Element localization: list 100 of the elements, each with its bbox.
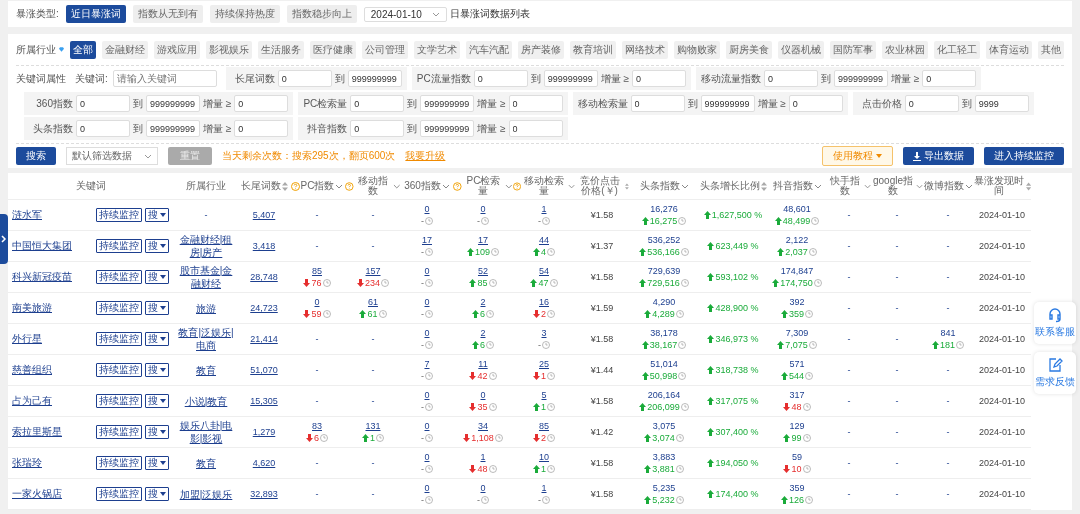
clock-icon[interactable]	[805, 372, 813, 380]
long-tail-count-link[interactable]: 3,418	[252, 241, 276, 251]
keyword-link[interactable]: 科兴新冠疫苗	[12, 271, 93, 283]
chevron-down-icon[interactable]	[863, 183, 871, 189]
min-input[interactable]: 0	[277, 70, 332, 87]
sort-icon[interactable]	[281, 181, 288, 191]
max-input[interactable]: 999999999	[420, 95, 475, 112]
monitor-row-button[interactable]: 持续监控	[96, 363, 142, 377]
monitor-row-button[interactable]: 持续监控	[96, 270, 142, 284]
column-header[interactable]: 头条指数	[639, 180, 680, 192]
clock-icon[interactable]	[680, 403, 689, 411]
index-value-link[interactable]: 11	[478, 359, 488, 369]
index-value-link[interactable]: 16	[539, 297, 549, 307]
clock-icon[interactable]	[425, 217, 433, 225]
surge-type-tab[interactable]: 指数从无到有	[132, 5, 203, 23]
clock-icon[interactable]	[808, 341, 817, 349]
clock-icon[interactable]	[808, 248, 817, 256]
max-input[interactable]: 9999	[974, 95, 1029, 112]
index-value-link[interactable]: 0	[424, 483, 430, 493]
clock-icon[interactable]	[425, 465, 433, 473]
industry-tag[interactable]: 金融财经	[102, 40, 148, 59]
industry-tag[interactable]: 游戏应用	[154, 40, 200, 59]
industry-tag[interactable]: 厨房美食	[726, 40, 772, 59]
chevron-down-icon[interactable]	[505, 183, 513, 189]
chevron-down-icon[interactable]	[680, 183, 689, 189]
index-value-link[interactable]: 2	[480, 297, 486, 307]
industry-link[interactable]: 金融财经|租房|房产	[173, 233, 239, 259]
industry-tag[interactable]: 医疗健康	[310, 40, 356, 59]
industry-tag[interactable]: 文学艺术	[414, 40, 460, 59]
industry-tag[interactable]: 全部	[70, 40, 96, 59]
monitor-row-button[interactable]: 持续监控	[96, 425, 142, 439]
industry-link[interactable]: 教育|泛娱乐|电商	[173, 326, 239, 352]
clock-icon[interactable]	[678, 372, 687, 380]
long-tail-count-link[interactable]: 4,620	[252, 458, 276, 468]
industry-tag[interactable]: 生活服务	[258, 40, 304, 59]
keyword-input[interactable]: 请输入关键词	[112, 70, 217, 87]
monitor-row-button[interactable]: 持续监控	[96, 208, 142, 222]
increment-input[interactable]: 0	[788, 95, 843, 112]
clock-icon[interactable]	[542, 496, 550, 504]
index-value-link[interactable]: 1	[541, 204, 547, 214]
increment-input[interactable]: 0	[631, 70, 686, 87]
monitor-button[interactable]: 进入持续监控	[984, 147, 1064, 165]
column-header[interactable]: 关键词	[75, 180, 106, 192]
monitor-row-button[interactable]: 持续监控	[96, 456, 142, 470]
column-header[interactable]: 微博指数	[923, 180, 964, 192]
clock-icon[interactable]	[425, 310, 433, 318]
industry-link[interactable]: 教育	[194, 456, 218, 470]
side-expand-tab[interactable]	[0, 214, 8, 264]
index-value-link[interactable]: 10	[539, 452, 549, 462]
industry-link[interactable]: 小说|教育	[182, 394, 230, 408]
long-tail-count-link[interactable]: 24,723	[250, 303, 278, 313]
keyword-link[interactable]: 张瑞玲	[12, 457, 93, 469]
max-input[interactable]: 999999999	[700, 95, 755, 112]
keyword-link[interactable]: 一家火锅店	[12, 488, 93, 500]
long-tail-count-link[interactable]: 5,407	[252, 210, 276, 220]
clock-icon[interactable]	[956, 341, 964, 349]
search-engine-dropdown[interactable]: 搜	[145, 394, 169, 408]
monitor-row-button[interactable]: 持续监控	[96, 239, 142, 253]
clock-icon[interactable]	[494, 434, 503, 442]
industry-tag[interactable]: 公司管理	[362, 40, 408, 59]
keyword-link[interactable]: 索拉里斯星	[12, 426, 93, 438]
sort-icon[interactable]	[625, 181, 629, 191]
surge-type-tab[interactable]: 持续保持热度	[209, 5, 280, 23]
industry-tag[interactable]: 化工轻工	[934, 40, 980, 59]
index-value-link[interactable]: 157	[365, 266, 381, 276]
max-input[interactable]: 999999999	[146, 95, 200, 112]
long-tail-count-link[interactable]: 51,070	[250, 365, 278, 375]
index-value-link[interactable]: 83	[312, 421, 322, 431]
chevron-down-icon[interactable]	[964, 183, 973, 189]
clock-icon[interactable]	[675, 496, 684, 504]
max-input[interactable]: 999999999	[347, 70, 402, 87]
column-header[interactable]: 所属行业	[186, 180, 226, 192]
min-input[interactable]: 0	[904, 95, 959, 112]
clock-icon[interactable]	[680, 279, 689, 287]
search-engine-dropdown[interactable]: 搜	[145, 487, 169, 501]
column-header[interactable]: PC检索量	[462, 175, 505, 197]
index-value-link[interactable]: 5	[541, 390, 547, 400]
long-tail-count-link[interactable]: 15,305	[250, 396, 278, 406]
column-header[interactable]: 快手指数	[827, 175, 863, 197]
index-value-link[interactable]: 0	[424, 266, 430, 276]
max-input[interactable]: 999999999	[543, 70, 598, 87]
min-input[interactable]: 0	[630, 95, 685, 112]
increment-input[interactable]: 0	[922, 70, 977, 87]
index-value-link[interactable]: 25	[539, 359, 549, 369]
index-value-link[interactable]: 0	[314, 297, 320, 307]
increment-input[interactable]: 0	[234, 120, 289, 137]
industry-tag[interactable]: 影视娱乐	[206, 40, 252, 59]
index-value-link[interactable]: 85	[312, 266, 322, 276]
search-button[interactable]: 搜索	[16, 147, 56, 165]
keyword-link[interactable]: 中国恒大集团	[12, 240, 93, 252]
preset-select[interactable]: 默认筛选数据	[66, 147, 158, 165]
sort-icon[interactable]	[1025, 181, 1031, 191]
column-header[interactable]: 竞价点击价格(￥)	[575, 175, 625, 197]
surge-type-tab[interactable]: 指数稳步向上	[286, 5, 357, 23]
keyword-link[interactable]: 南美旅游	[12, 302, 93, 314]
clock-icon[interactable]	[481, 496, 489, 504]
search-engine-dropdown[interactable]: 搜	[145, 270, 169, 284]
chevron-down-icon[interactable]	[813, 183, 822, 189]
clock-icon[interactable]	[542, 341, 550, 349]
search-engine-dropdown[interactable]: 搜	[145, 363, 169, 377]
